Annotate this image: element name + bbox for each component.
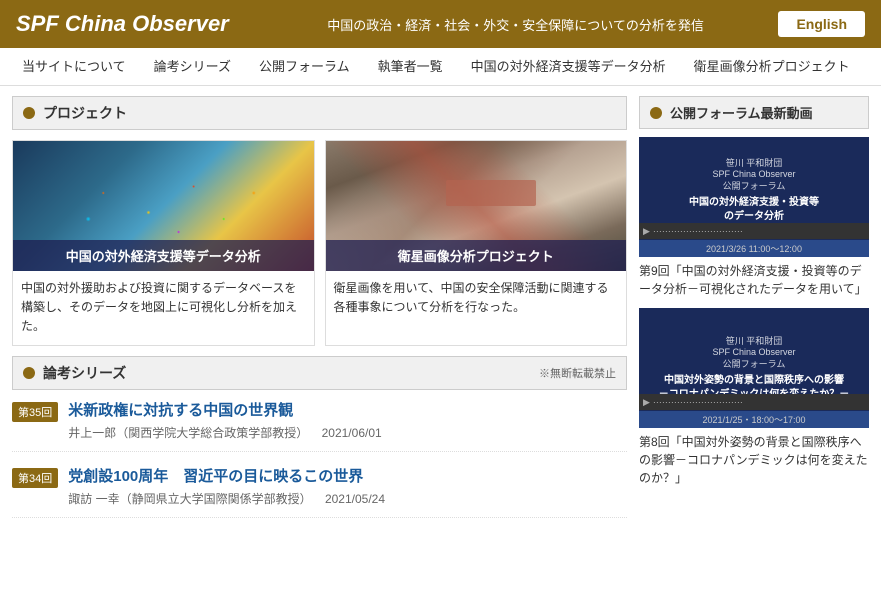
project-card-image-satellite: 衛星画像分析プロジェクト <box>326 141 627 271</box>
sidebar-header: 公開フォーラム最新動画 <box>639 96 869 129</box>
video-play-bar-1: ▶ ⋯⋯⋯⋯⋯⋯⋯⋯⋯⋯ <box>639 223 869 239</box>
video-date-1: 2021/3/26 11:00～12:00 <box>639 240 869 257</box>
projects-section-header: プロジェクト <box>12 96 627 130</box>
site-logo[interactable]: SPF China Observer <box>16 11 229 37</box>
play-icon-2: ▶ <box>643 397 650 408</box>
main-container: プロジェクト 中国の対外経済支援等データ分析 中国の対外援助および投資に関するデ… <box>0 86 881 542</box>
essay-title-35[interactable]: 米新政権に対抗する中国の世界観 <box>68 400 627 421</box>
left-content: プロジェクト 中国の対外経済支援等データ分析 中国の対外援助および投資に関するデ… <box>12 96 627 532</box>
essay-badge-35: 第35回 <box>12 402 58 422</box>
section-dot-essays <box>23 367 35 379</box>
project-card-image-map: 中国の対外経済支援等データ分析 <box>13 141 314 271</box>
playbar-dots-2: ⋯⋯⋯⋯⋯⋯⋯⋯⋯⋯ <box>653 397 743 408</box>
sidebar-title: 公開フォーラム最新動画 <box>670 103 813 122</box>
essay-item-35: 第35回 米新政権に対抗する中国の世界観 井上一郎（関西学院大学総合政策学部教授… <box>12 400 627 452</box>
copyright-note: ※無断転載禁止 <box>539 365 616 381</box>
project-card-label-1: 中国の対外経済支援等データ分析 <box>13 240 314 271</box>
project-card-data[interactable]: 中国の対外経済支援等データ分析 中国の対外援助および投資に関するデータベースを構… <box>12 140 315 346</box>
video-logo-1: 笹川 平和財団SPF China Observer公開フォーラム <box>712 156 795 192</box>
video-play-bar-2: ▶ ⋯⋯⋯⋯⋯⋯⋯⋯⋯⋯ <box>639 394 869 410</box>
video-item-1[interactable]: 笹川 平和財団SPF China Observer公開フォーラム 中国の対外経済… <box>639 137 869 298</box>
main-nav: 当サイトについて 論考シリーズ 公開フォーラム 執筆者一覧 中国の対外経済支援等… <box>0 48 881 86</box>
essay-date-34: 2021/05/24 <box>325 492 385 506</box>
video-item-2[interactable]: 笹川 平和財団SPF China Observer公開フォーラム 中国対外姿勢の… <box>639 308 869 487</box>
site-tagline: 中国の政治・経済・社会・外交・安全保障についての分析を発信 <box>253 15 779 34</box>
essay-content-35: 米新政権に対抗する中国の世界観 井上一郎（関西学院大学総合政策学部教授） 202… <box>68 400 627 441</box>
video-logo-2: 笹川 平和財団SPF China Observer公開フォーラム <box>712 334 795 370</box>
play-icon: ▶ <box>643 226 650 237</box>
video-inner-2: 笹川 平和財団SPF China Observer公開フォーラム 中国対外姿勢の… <box>639 308 869 428</box>
essays-title-container: 論考シリーズ <box>23 363 126 383</box>
projects-title: プロジェクト <box>43 103 127 123</box>
language-button[interactable]: English <box>778 11 865 37</box>
essay-item-34: 第34回 党創設100周年 習近平の目に映るこの世界 諏訪 一幸（静岡県立大学国… <box>12 466 627 518</box>
project-cards: 中国の対外経済支援等データ分析 中国の対外援助および投資に関するデータベースを構… <box>12 140 627 346</box>
section-dot-projects <box>23 107 35 119</box>
video-thumbnail-1[interactable]: 笹川 平和財団SPF China Observer公開フォーラム 中国の対外経済… <box>639 137 869 257</box>
playbar-dots: ⋯⋯⋯⋯⋯⋯⋯⋯⋯⋯ <box>653 226 743 237</box>
section-dot-sidebar <box>650 107 662 119</box>
project-card-desc-1: 中国の対外援助および投資に関するデータベースを構築し、そのデータを地図上に可視化… <box>13 271 314 345</box>
essay-author-35: 井上一郎（関西学院大学総合政策学部教授） <box>68 426 308 440</box>
essay-meta-35: 井上一郎（関西学院大学総合政策学部教授） 2021/06/01 <box>68 424 627 441</box>
nav-item-about[interactable]: 当サイトについて <box>8 48 140 86</box>
nav-item-satellite[interactable]: 衛星画像分析プロジェクト <box>680 48 864 86</box>
essay-content-34: 党創設100周年 習近平の目に映るこの世界 諏訪 一幸（静岡県立大学国際関係学部… <box>68 466 627 507</box>
nav-item-data[interactable]: 中国の対外経済支援等データ分析 <box>457 48 680 86</box>
video-inner-1: 笹川 平和財団SPF China Observer公開フォーラム 中国の対外経済… <box>639 137 869 257</box>
video-controls-2: ▶ ⋯⋯⋯⋯⋯⋯⋯⋯⋯⋯ <box>643 397 743 408</box>
nav-item-authors[interactable]: 執筆者一覧 <box>364 48 457 86</box>
essays-title: 論考シリーズ <box>43 363 126 383</box>
essay-author-34: 諏訪 一幸（静岡県立大学国際関係学部教授） <box>68 492 311 506</box>
project-card-desc-2: 衛星画像を用いて、中国の安全保障活動に関連する各種事象について分析を行なった。 <box>326 271 627 325</box>
right-sidebar: 公開フォーラム最新動画 笹川 平和財団SPF China Observer公開フ… <box>639 96 869 532</box>
site-header: SPF China Observer 中国の政治・経済・社会・外交・安全保障につ… <box>0 0 881 48</box>
nav-item-essays[interactable]: 論考シリーズ <box>140 48 245 86</box>
essay-date-35: 2021/06/01 <box>322 426 382 440</box>
essay-title-34[interactable]: 党創設100周年 習近平の目に映るこの世界 <box>68 466 627 487</box>
video-desc-2: 第8回「中国対外姿勢の背景と国際秩序への影響－コロナパンデミックは何を変えたのか… <box>639 433 869 487</box>
essay-badge-34: 第34回 <box>12 468 58 488</box>
project-card-satellite[interactable]: 衛星画像分析プロジェクト 衛星画像を用いて、中国の安全保障活動に関連する各種事象… <box>325 140 628 346</box>
video-desc-1: 第9回「中国の対外経済支援・投資等のデータ分析－可視化されたデータを用いて」 <box>639 262 869 298</box>
essays-section-header: 論考シリーズ ※無断転載禁止 <box>12 356 627 390</box>
essay-meta-34: 諏訪 一幸（静岡県立大学国際関係学部教授） 2021/05/24 <box>68 490 627 507</box>
project-card-label-2: 衛星画像分析プロジェクト <box>326 240 627 271</box>
video-date-2: 2021/1/25・18:00～17:00 <box>639 411 869 428</box>
video-controls-1: ▶ ⋯⋯⋯⋯⋯⋯⋯⋯⋯⋯ <box>643 226 743 237</box>
video-thumbnail-2[interactable]: 笹川 平和財団SPF China Observer公開フォーラム 中国対外姿勢の… <box>639 308 869 428</box>
nav-item-forum[interactable]: 公開フォーラム <box>245 48 364 86</box>
